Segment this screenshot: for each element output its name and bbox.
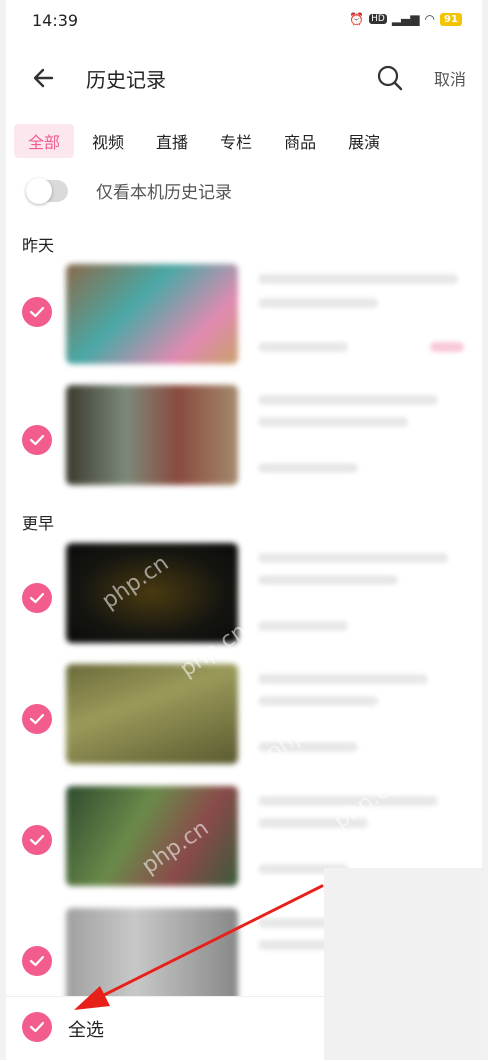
annotation-arrow-icon	[74, 884, 324, 1010]
check-icon	[29, 834, 45, 846]
alarm-icon: ⏰	[349, 12, 365, 26]
tab-shows[interactable]: 展演	[334, 124, 394, 158]
section-earlier: 更早	[22, 514, 55, 533]
tab-column[interactable]: 专栏	[206, 124, 266, 158]
check-icon	[29, 434, 45, 446]
tab-all[interactable]: 全部	[14, 124, 75, 158]
frame-left	[0, 0, 6, 1060]
status-time: 14:39	[32, 11, 79, 30]
check-icon	[29, 306, 45, 318]
check-icon	[29, 1021, 45, 1033]
check-icon	[29, 592, 45, 604]
search-icon	[377, 65, 403, 91]
check-icon	[29, 713, 45, 725]
video-thumbnail[interactable]	[66, 264, 238, 364]
tab-video[interactable]: 视频	[78, 124, 138, 158]
status-icons: ⏰ HD ▂▄▆ ◠ 91	[349, 12, 462, 26]
toggle-knob	[26, 177, 52, 204]
back-button[interactable]	[28, 60, 64, 96]
battery-icon: 91	[440, 12, 462, 26]
video-thumbnail[interactable]	[66, 664, 238, 764]
item-checkbox[interactable]	[22, 825, 52, 855]
video-info[interactable]	[254, 264, 466, 364]
tab-goods[interactable]: 商品	[270, 124, 330, 158]
select-all-checkbox[interactable]	[22, 1012, 52, 1042]
local-history-label: 仅看本机历史记录	[96, 183, 232, 203]
filter-tabs: 全部 视频 直播 专栏 商品 展演	[14, 124, 394, 158]
item-checkbox[interactable]	[22, 425, 52, 455]
overlay-panel	[324, 868, 482, 1060]
item-checkbox[interactable]	[22, 583, 52, 613]
page-title: 历史记录	[86, 68, 166, 92]
cancel-button[interactable]: 取消	[434, 66, 466, 90]
item-checkbox[interactable]	[22, 704, 52, 734]
video-thumbnail[interactable]	[66, 385, 238, 485]
check-icon	[29, 955, 45, 967]
tab-live[interactable]: 直播	[142, 124, 202, 158]
wifi-icon: ◠	[424, 12, 435, 26]
item-checkbox[interactable]	[22, 297, 52, 327]
back-arrow-icon	[33, 68, 54, 88]
section-yesterday: 昨天	[22, 236, 55, 255]
item-checkbox[interactable]	[22, 946, 52, 976]
local-history-row: 仅看本机历史记录	[26, 177, 232, 204]
app-header: 历史记录 取消	[6, 48, 482, 106]
search-button[interactable]	[372, 60, 408, 96]
frame-right	[482, 0, 488, 1060]
hd-icon: HD	[369, 14, 387, 24]
5g-signal-icon: ▂▄▆	[391, 12, 420, 26]
status-bar: 14:39 ⏰ HD ▂▄▆ ◠ 91	[6, 0, 482, 40]
local-history-toggle[interactable]	[26, 177, 68, 204]
video-info[interactable]	[254, 543, 466, 643]
video-info[interactable]	[254, 385, 466, 485]
